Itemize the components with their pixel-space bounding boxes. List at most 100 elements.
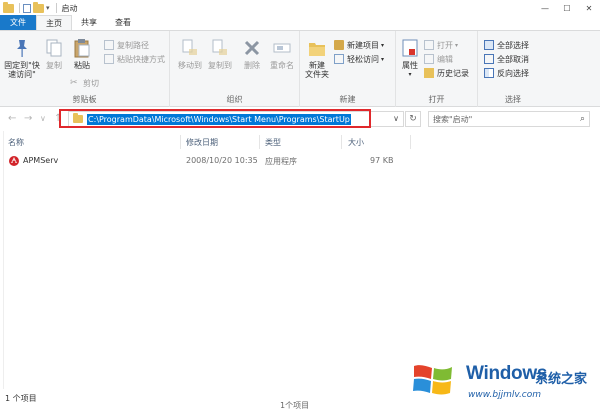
copy-path-button[interactable]: 复制路径 — [104, 39, 149, 51]
scissors-icon: ✂ — [70, 78, 78, 88]
edit-icon — [424, 54, 434, 64]
refresh-icon: ↻ — [409, 114, 417, 124]
select-none-icon — [484, 54, 494, 64]
column-header-size[interactable]: 大小 — [348, 137, 364, 149]
group-label: 新建 — [339, 95, 356, 104]
file-list: 名称 修改日期 类型 大小 APMServ 2008/10/20 10:35 应… — [0, 131, 600, 389]
select-all-button[interactable]: 全部选择 — [484, 39, 529, 51]
qat-separator — [55, 3, 57, 13]
column-header-type[interactable]: 类型 — [265, 137, 281, 149]
new-item-button[interactable]: 新建项目 ▾ — [334, 39, 384, 51]
history-button[interactable]: 历史记录 — [424, 67, 469, 79]
group-label: 打开 — [428, 95, 445, 104]
search-icon[interactable]: ⌕ — [580, 114, 585, 124]
watermark-brand-cn: 系统之家 — [535, 372, 588, 387]
column-divider[interactable] — [180, 135, 181, 149]
file-name: APMServ — [23, 156, 59, 165]
invert-selection-button[interactable]: 反向选择 — [484, 67, 529, 79]
properties-qat-icon[interactable] — [23, 3, 31, 13]
back-arrow-icon[interactable]: ← — [8, 113, 16, 124]
organize-group: 移动到 复制到 删除 重命名 组织 — [170, 31, 300, 107]
file-row[interactable]: APMServ 2008/10/20 10:35 应用程序 97 KB — [6, 155, 426, 169]
properties-icon — [402, 39, 418, 57]
title-bar: ▾ 启动 — ☐ ✕ — [0, 0, 600, 16]
file-size: 97 KB — [370, 156, 394, 165]
search-placeholder: 搜索"启动" — [433, 114, 473, 124]
column-divider[interactable] — [259, 135, 260, 149]
refresh-button[interactable]: ↻ — [405, 111, 421, 127]
window-controls: — ☐ ✕ — [534, 0, 600, 16]
pane-divider — [3, 131, 4, 389]
annotation-highlight-box — [59, 109, 371, 128]
quick-access-toolbar: ▾ 启动 — [0, 0, 78, 16]
copy-button[interactable]: 复制 — [42, 37, 66, 70]
chevron-down-icon[interactable]: ∨ — [393, 114, 399, 123]
pin-icon — [17, 40, 27, 57]
window-title: 启动 — [61, 3, 78, 13]
group-label: 选择 — [505, 95, 521, 104]
select-group: 全部选择 全部取消 反向选择 选择 — [478, 31, 548, 107]
paste-button[interactable]: 粘贴 — [70, 37, 94, 70]
close-button[interactable]: ✕ — [578, 0, 600, 16]
copy-to-button[interactable]: 复制到 — [206, 37, 234, 70]
maximize-button[interactable]: ☐ — [556, 0, 578, 16]
tab-share[interactable]: 共享 — [72, 15, 106, 30]
file-type: 应用程序 — [265, 157, 297, 166]
column-header-name[interactable]: 名称 — [8, 137, 24, 149]
new-group: 新建 文件夹 新建项目 ▾ 轻松访问 ▾ 新建 — [300, 31, 396, 107]
rename-button[interactable]: 重命名 — [268, 37, 296, 70]
group-label: 组织 — [226, 95, 243, 104]
open-icon — [424, 40, 434, 50]
qat-separator — [19, 3, 20, 13]
select-none-button[interactable]: 全部取消 — [484, 53, 529, 65]
chevron-down-icon: ▾ — [408, 71, 412, 78]
search-input[interactable]: 搜索"启动" ⌕ — [428, 111, 590, 127]
delete-button[interactable]: 删除 — [240, 37, 264, 70]
ribbon-tabs: 文件 主页 共享 查看 — [0, 15, 600, 31]
clipboard-group: 固定到"快 速访问" 复制 粘贴 复制路径 粘贴快捷方式 ✂ 剪切 剪贴板 — [0, 31, 170, 107]
clipboard-icon — [74, 39, 90, 58]
column-divider[interactable] — [341, 135, 342, 149]
apmserv-app-icon — [9, 156, 19, 166]
item-count: 1 个项目 — [5, 394, 37, 403]
file-modified: 2008/10/20 10:35 — [186, 156, 258, 165]
paste-shortcut-button[interactable]: 粘贴快捷方式 — [104, 53, 165, 65]
qat-dropdown-icon[interactable]: ▾ — [46, 4, 50, 12]
recent-dropdown-icon[interactable]: ∨ — [40, 114, 46, 123]
open-button[interactable]: 打开 ▾ — [424, 39, 458, 51]
folder-icon — [3, 1, 14, 13]
windows-logo-icon — [413, 365, 452, 395]
move-to-icon — [182, 39, 197, 55]
tab-home[interactable]: 主页 — [36, 15, 72, 30]
column-header-modified[interactable]: 修改日期 — [186, 137, 218, 149]
new-folder-icon — [309, 43, 325, 56]
easy-access-button[interactable]: 轻松访问 ▾ — [334, 53, 384, 65]
edit-button[interactable]: 编辑 — [424, 53, 453, 65]
ribbon: 固定到"快 速访问" 复制 粘贴 复制路径 粘贴快捷方式 ✂ 剪切 剪贴板 移动… — [0, 31, 600, 107]
chevron-down-icon: ▾ — [455, 41, 459, 49]
watermark: Windows 系统之家 www.bjjmlv.com — [410, 355, 600, 410]
new-folder-button[interactable]: 新建 文件夹 — [302, 37, 332, 79]
taskbar-peek-text: 1个项目 — [280, 401, 310, 410]
history-icon — [424, 68, 434, 78]
easy-access-icon — [334, 54, 344, 64]
open-group: 属性 ▾ 打开 ▾ 编辑 历史记录 打开 — [396, 31, 478, 107]
cut-button[interactable]: ✂ 剪切 — [70, 77, 99, 89]
chevron-down-icon: ▾ — [381, 55, 385, 63]
rename-icon — [273, 43, 291, 53]
delete-icon — [244, 40, 260, 56]
properties-button[interactable]: 属性 ▾ — [398, 37, 422, 79]
minimize-button[interactable]: — — [534, 0, 556, 16]
new-folder-qat-icon[interactable] — [33, 1, 44, 13]
invert-selection-icon — [484, 68, 494, 78]
forward-arrow-icon[interactable]: → — [24, 113, 32, 124]
copy-path-icon — [104, 40, 114, 50]
watermark-url: www.bjjmlv.com — [468, 390, 542, 400]
tab-file[interactable]: 文件 — [0, 15, 36, 30]
group-label: 剪贴板 — [72, 95, 97, 104]
tab-view[interactable]: 查看 — [106, 15, 140, 30]
column-divider[interactable] — [410, 135, 411, 149]
chevron-down-icon: ▾ — [381, 41, 385, 49]
move-to-button[interactable]: 移动到 — [176, 37, 204, 70]
pin-to-quick-access-button[interactable]: 固定到"快 速访问" — [2, 37, 42, 79]
